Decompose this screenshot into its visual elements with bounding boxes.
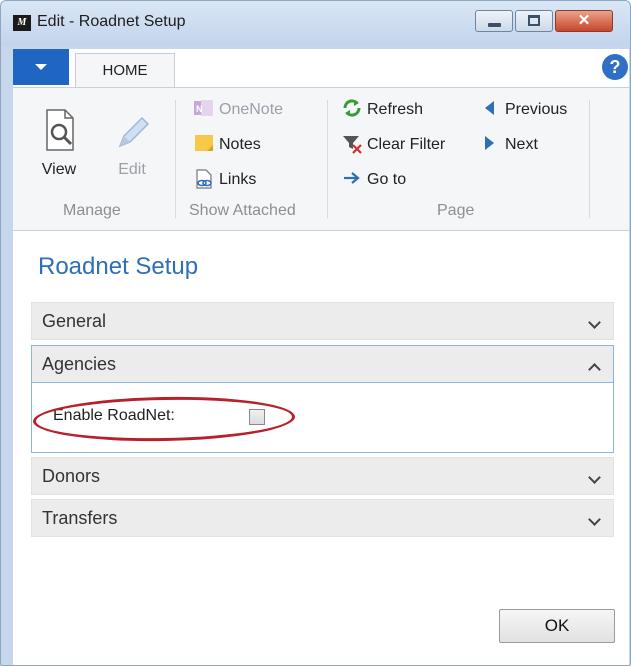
onenote-icon: N: [193, 99, 215, 117]
edit-label: Edit: [118, 161, 146, 178]
go-to-label: Go to: [367, 171, 407, 188]
tab-home[interactable]: HOME: [75, 53, 175, 87]
go-to-button[interactable]: Go to: [341, 168, 406, 192]
note-icon: [193, 134, 215, 152]
manage-group-label: Manage: [63, 202, 121, 219]
fasttab-donors[interactable]: Donors: [31, 457, 614, 495]
minimize-button[interactable]: [475, 10, 513, 32]
refresh-label: Refresh: [367, 101, 424, 118]
dropdown-arrow-icon: [35, 64, 47, 70]
fasttab-general-label: General: [42, 311, 107, 331]
window-title: Edit - Roadnet Setup: [37, 13, 186, 30]
links-button[interactable]: Links: [193, 168, 256, 192]
fasttab-agencies[interactable]: Agencies: [31, 345, 614, 383]
refresh-button[interactable]: Refresh: [341, 98, 423, 122]
ribbon-separator: [175, 100, 176, 218]
close-icon: ✕: [577, 12, 591, 29]
close-button[interactable]: ✕: [555, 10, 613, 32]
fasttab-transfers[interactable]: Transfers: [31, 499, 614, 537]
onenote-label: OneNote: [219, 101, 284, 118]
ribbon-separator: [589, 100, 590, 218]
show-attached-group-label: Show Attached: [189, 202, 296, 219]
refresh-icon: [341, 99, 363, 117]
dialog-window: M Edit - Roadnet Setup ✕ HOME ? View Edi…: [0, 0, 631, 666]
chevron-down-icon: [588, 316, 601, 329]
next-label: Next: [505, 136, 538, 153]
previous-button[interactable]: Previous: [479, 98, 567, 122]
edit-button[interactable]: Edit: [109, 106, 155, 179]
ribbon-separator: [327, 100, 328, 218]
chevron-up-icon: [588, 363, 601, 376]
title-bar[interactable]: M Edit - Roadnet Setup ✕: [1, 1, 630, 45]
view-button[interactable]: View: [37, 106, 81, 179]
app-logo-icon: M: [13, 15, 31, 31]
chevron-down-icon: [588, 513, 601, 526]
page-group-label: Page: [437, 202, 475, 219]
previous-label: Previous: [505, 101, 568, 118]
next-button[interactable]: Next: [479, 133, 538, 157]
notes-label: Notes: [219, 136, 261, 153]
application-menu-button[interactable]: [13, 49, 69, 85]
fasttab-agencies-label: Agencies: [42, 354, 117, 374]
view-label: View: [41, 161, 77, 178]
onenote-button[interactable]: N OneNote: [193, 98, 283, 122]
minimize-icon: [488, 23, 501, 27]
svg-text:N: N: [196, 104, 203, 114]
pencil-icon: [118, 116, 150, 148]
triangle-right-icon: [479, 134, 501, 152]
chevron-down-icon: [588, 471, 601, 484]
arrow-right-icon: [341, 169, 363, 187]
help-icon[interactable]: ?: [602, 54, 628, 80]
clear-filter-button[interactable]: Clear Filter: [341, 133, 445, 157]
ribbon-tab-strip: HOME ?: [13, 49, 629, 87]
page-title: Roadnet Setup: [38, 253, 199, 280]
clear-filter-icon: [341, 134, 363, 154]
clear-filter-label: Clear Filter: [367, 136, 446, 153]
ok-button[interactable]: OK: [499, 609, 615, 643]
notes-button[interactable]: Notes: [193, 133, 261, 157]
view-document-icon: [46, 109, 74, 151]
fasttab-general[interactable]: General: [31, 302, 614, 340]
links-label: Links: [219, 171, 257, 188]
maximize-icon: [528, 15, 540, 26]
fasttab-donors-label: Donors: [42, 466, 101, 486]
ribbon: View Edit Manage N OneNote Notes Links Sh…: [13, 87, 629, 231]
page-content: Roadnet Setup General Agencies Enable Ro…: [13, 231, 629, 665]
maximize-button[interactable]: [515, 10, 553, 32]
fasttab-transfers-label: Transfers: [42, 508, 118, 528]
link-document-icon: [193, 169, 215, 189]
triangle-left-icon: [479, 99, 501, 117]
